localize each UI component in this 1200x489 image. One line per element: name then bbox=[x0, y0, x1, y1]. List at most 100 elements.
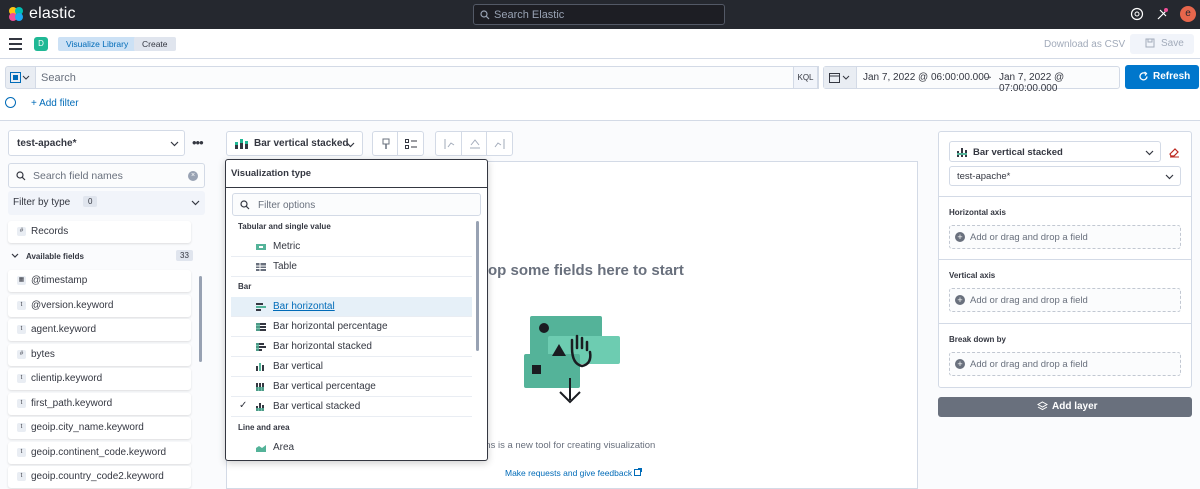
search-placeholder: Search Elastic bbox=[494, 9, 565, 21]
option-metric[interactable]: Metric bbox=[231, 237, 472, 257]
field-list-scrollbar[interactable] bbox=[199, 276, 202, 362]
refresh-button[interactable]: Refresh bbox=[1125, 65, 1199, 89]
bottom-axis-button[interactable] bbox=[461, 131, 487, 156]
saved-query-button[interactable] bbox=[5, 66, 36, 89]
add-filter-button[interactable]: + Add filter bbox=[31, 98, 79, 109]
option-bar-horizontal[interactable]: Bar horizontal bbox=[231, 297, 472, 317]
field-item[interactable]: ▦ @timestamp bbox=[8, 270, 191, 292]
dropzone-hint: Add or drag and drop a field bbox=[970, 232, 1088, 243]
string-type-icon: t bbox=[17, 300, 26, 310]
bar-vertical-stacked-icon bbox=[957, 148, 967, 157]
breadcrumb-bar: D Visualize Library Create Download as C… bbox=[0, 29, 1200, 59]
option-bar-horizontal-percentage[interactable]: Bar horizontal percentage bbox=[231, 317, 472, 337]
query-input[interactable]: Search KQL bbox=[36, 66, 819, 89]
vertical-axis-label: Vertical axis bbox=[949, 271, 996, 280]
chevron-down-icon bbox=[191, 200, 200, 206]
field-item[interactable]: # bytes bbox=[8, 343, 191, 366]
kql-language-button[interactable]: KQL bbox=[793, 66, 818, 89]
plus-icon: + bbox=[955, 359, 965, 369]
add-layer-button[interactable]: Add layer bbox=[938, 397, 1192, 417]
feedback-label: Make requests and give feedback bbox=[505, 468, 633, 478]
global-search-input[interactable]: Search Elastic bbox=[473, 4, 725, 25]
date-picker[interactable]: Jan 7, 2022 @ 06:00:00.000 → Jan 7, 2022… bbox=[823, 66, 1120, 94]
user-avatar[interactable]: e bbox=[1180, 6, 1196, 22]
quick-select-button[interactable] bbox=[824, 67, 857, 88]
date-end[interactable]: Jan 7, 2022 @ 07:00:00.000 bbox=[999, 72, 1119, 94]
available-count-badge: 33 bbox=[176, 250, 193, 261]
dropzone-hint: Add or drag and drop a field bbox=[970, 359, 1088, 370]
visualization-type-popover: Visualization type Filter options Tabula… bbox=[225, 159, 488, 461]
space-avatar[interactable]: D bbox=[34, 37, 48, 51]
layers-icon bbox=[1037, 401, 1048, 411]
query-placeholder: Search bbox=[41, 72, 76, 84]
filter-options-placeholder: Filter options bbox=[258, 200, 316, 211]
visual-options-button[interactable] bbox=[372, 131, 398, 156]
available-fields-header[interactable]: Available fields 33 bbox=[9, 250, 193, 264]
field-search-input[interactable]: Search field names × bbox=[8, 163, 205, 188]
visualization-type-button[interactable]: Bar vertical stacked bbox=[226, 131, 363, 156]
string-type-icon: t bbox=[17, 325, 26, 334]
field-item[interactable]: t geoip.continent_code.keyword bbox=[8, 441, 191, 464]
index-actions-icon[interactable]: ••• bbox=[192, 135, 204, 150]
chevron-down-icon bbox=[346, 142, 355, 148]
date-start[interactable]: Jan 7, 2022 @ 06:00:00.000 bbox=[863, 72, 989, 83]
field-item[interactable]: t geoip.city_name.keyword bbox=[8, 417, 191, 439]
option-table[interactable]: Table bbox=[231, 257, 472, 277]
field-item[interactable]: t geoip.country_code2.keyword bbox=[8, 466, 191, 488]
menu-icon[interactable] bbox=[9, 38, 22, 50]
option-bar-vertical-percentage[interactable]: Bar vertical percentage bbox=[231, 377, 472, 397]
field-search-placeholder: Search field names bbox=[33, 170, 123, 182]
filter-options-input[interactable]: Filter options bbox=[232, 193, 481, 216]
elastic-logo-icon[interactable] bbox=[8, 6, 24, 22]
string-type-icon: t bbox=[17, 447, 26, 457]
option-bar-vertical[interactable]: Bar vertical bbox=[231, 357, 472, 377]
filter-count-badge: 0 bbox=[83, 196, 98, 207]
breadcrumb-visualize-library[interactable]: Visualize Library bbox=[58, 37, 137, 51]
brand-name: elastic bbox=[29, 5, 76, 22]
bar-horizontal-stacked-icon bbox=[256, 343, 266, 351]
string-type-icon: t bbox=[17, 398, 26, 408]
layer-vis-type-select[interactable]: Bar vertical stacked bbox=[949, 141, 1161, 162]
metric-icon bbox=[256, 244, 266, 250]
available-fields-label: Available fields bbox=[26, 252, 84, 261]
clear-layer-icon[interactable] bbox=[1168, 146, 1180, 158]
option-area[interactable]: Area bbox=[231, 438, 472, 458]
option-bar-vertical-stacked[interactable]: ✓ Bar vertical stacked bbox=[231, 397, 472, 417]
horizontal-axis-dropzone[interactable]: + Add or drag and drop a field bbox=[949, 225, 1181, 249]
field-item[interactable]: t clientip.keyword bbox=[8, 368, 191, 390]
popover-scrollbar[interactable] bbox=[476, 221, 479, 351]
group-line-area: Line and area bbox=[238, 423, 290, 432]
vertical-axis-dropzone[interactable]: + Add or drag and drop a field bbox=[949, 288, 1181, 312]
string-type-icon: t bbox=[17, 472, 26, 481]
download-csv-button[interactable]: Download as CSV bbox=[1044, 39, 1125, 50]
search-icon bbox=[16, 171, 26, 181]
legend-button[interactable] bbox=[397, 131, 424, 156]
layer-index-pattern-select[interactable]: test-apache* bbox=[949, 166, 1181, 186]
clear-icon[interactable]: × bbox=[188, 171, 198, 181]
paintbrush-icon bbox=[382, 138, 390, 149]
field-records[interactable]: # Records bbox=[8, 221, 191, 243]
plus-icon: + bbox=[955, 232, 965, 242]
string-type-icon: t bbox=[17, 423, 26, 432]
field-item[interactable]: t first_path.keyword bbox=[8, 392, 191, 415]
break-down-dropzone[interactable]: + Add or drag and drop a field bbox=[949, 352, 1181, 376]
option-bar-horizontal-stacked[interactable]: Bar horizontal stacked bbox=[231, 337, 472, 357]
chevron-down-icon bbox=[1145, 150, 1154, 156]
left-axis-button[interactable] bbox=[435, 131, 462, 156]
filter-options-icon[interactable] bbox=[5, 97, 16, 108]
field-item[interactable]: t agent.keyword bbox=[8, 319, 191, 341]
feedback-link[interactable]: Make requests and give feedback bbox=[505, 468, 643, 478]
index-pattern-select[interactable]: test-apache* bbox=[8, 130, 185, 156]
drag-drop-illustration-icon bbox=[524, 316, 620, 404]
legend-icon bbox=[405, 139, 417, 149]
help-icon[interactable] bbox=[1130, 7, 1144, 21]
field-item[interactable]: t @version.keyword bbox=[8, 294, 191, 317]
right-axis-button[interactable] bbox=[486, 131, 513, 156]
bar-vertical-stacked-icon bbox=[256, 403, 264, 411]
dropzone-hint: Add or drag and drop a field bbox=[970, 295, 1088, 306]
group-bar: Bar bbox=[238, 282, 252, 291]
save-button[interactable]: Save bbox=[1130, 34, 1194, 54]
refresh-icon bbox=[1139, 71, 1148, 81]
news-feed-icon[interactable] bbox=[1155, 7, 1169, 21]
filter-by-type-button[interactable]: Filter by type 0 bbox=[8, 191, 205, 215]
